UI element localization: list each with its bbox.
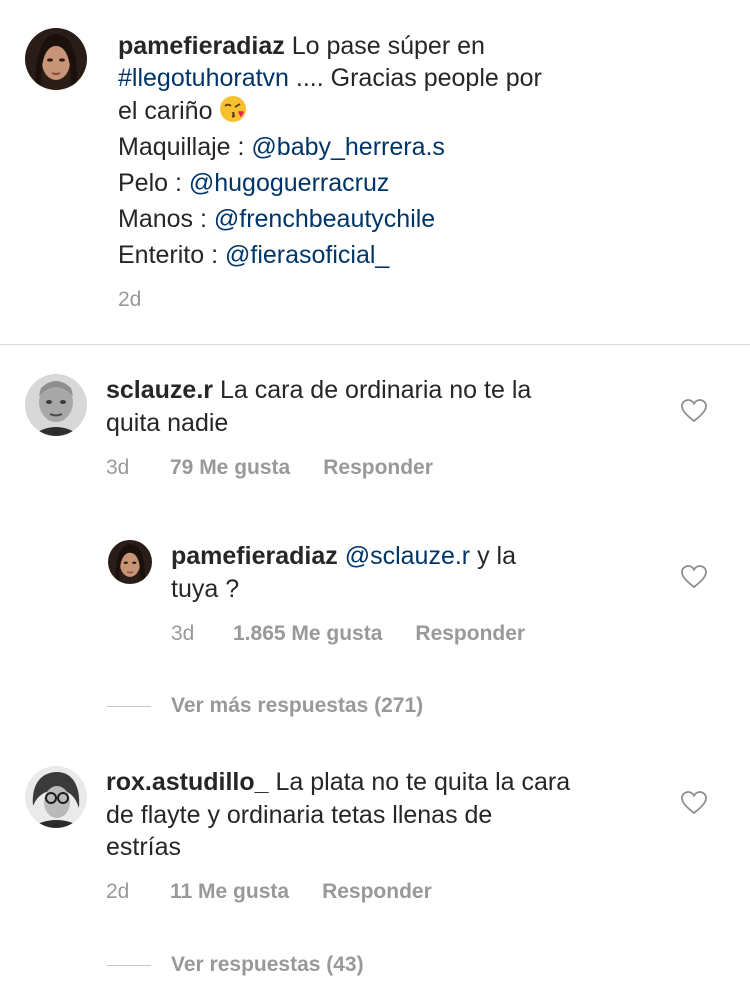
- avatar-pamefieradiaz[interactable]: [25, 28, 87, 90]
- caption-meta: 2d: [118, 288, 141, 312]
- reply-line-1: pamefieradiaz @sclauze.r y la: [171, 538, 516, 574]
- comment-text: de flayte y ordinaria tetas llenas de: [106, 801, 493, 829]
- caption-text-3: el cariño: [118, 97, 220, 125]
- reply-line-2: tuya ?: [171, 571, 239, 607]
- view-replies-label: Ver respuestas (43): [171, 953, 364, 976]
- reply-text: y la: [470, 542, 516, 570]
- reply-time: 3d: [171, 622, 195, 645]
- comment-time: 3d: [106, 456, 130, 479]
- heart-icon[interactable]: [681, 791, 707, 815]
- reply-meta: 3d 1.865 Me gusta Responder: [171, 622, 525, 646]
- comment-text: estrías: [106, 833, 182, 861]
- comment-text: La plata no te quita la cara: [268, 768, 571, 796]
- comment-text: quita nadie: [106, 409, 229, 437]
- reply-username[interactable]: pamefieradiaz: [171, 542, 338, 570]
- comment-text: La cara de ordinaria no te la: [213, 376, 532, 404]
- credit-handle[interactable]: @fierasoficial_: [225, 241, 389, 269]
- caption-text-1: Lo pase súper en: [284, 32, 485, 60]
- credit-hair: Pelo : @hugoguerracruz: [118, 165, 389, 201]
- view-more-replies[interactable]: Ver más respuestas (271): [107, 694, 423, 718]
- credit-handle[interactable]: @baby_herrera.s: [251, 133, 445, 161]
- divider: [0, 344, 750, 345]
- credit-label: Maquillaje :: [118, 133, 252, 161]
- comment-time: 2d: [106, 880, 130, 903]
- caption-line-1: pamefieradiaz Lo pase súper en: [118, 28, 485, 64]
- comment-line-2: de flayte y ordinaria tetas llenas de: [106, 797, 492, 833]
- replies-line: [107, 964, 151, 966]
- replies-line: [107, 705, 151, 707]
- view-more-replies-label: Ver más respuestas (271): [171, 694, 424, 717]
- caption-hashtag[interactable]: #llegotuhoratvn: [118, 64, 289, 92]
- heart-icon[interactable]: [681, 399, 707, 423]
- comment-line-1: rox.astudillo_ La plata no te quita la c…: [106, 764, 570, 800]
- avatar-rox-astudillo[interactable]: [25, 766, 87, 828]
- credit-handle[interactable]: @hugoguerracruz: [189, 169, 390, 197]
- reply-button[interactable]: Responder: [415, 622, 525, 646]
- comment-meta: 3d 79 Me gusta Responder: [106, 456, 433, 480]
- comment-line-3: estrías: [106, 829, 181, 865]
- credit-nails: Manos : @frenchbeautychile: [118, 201, 435, 237]
- credit-handle[interactable]: @frenchbeautychile: [214, 205, 435, 233]
- credit-label: Manos :: [118, 205, 214, 233]
- heart-icon[interactable]: [681, 565, 707, 589]
- reply-text: tuya ?: [171, 575, 240, 603]
- reply-button[interactable]: Responder: [322, 880, 432, 904]
- credit-label: Enterito :: [118, 241, 225, 269]
- caption-text-2: .... Gracias people por: [288, 64, 542, 92]
- caption-line-3: el cariño: [118, 93, 247, 129]
- reply-mention[interactable]: @sclauze.r: [345, 542, 470, 570]
- caption-time: 2d: [118, 288, 142, 311]
- comment-line-2: quita nadie: [106, 405, 228, 441]
- likes-count[interactable]: 1.865 Me gusta: [233, 622, 382, 646]
- avatar-image: [108, 540, 152, 584]
- comment-line-1: sclauze.r La cara de ordinaria no te la: [106, 372, 531, 408]
- likes-count[interactable]: 79 Me gusta: [170, 456, 290, 480]
- comment-meta: 2d 11 Me gusta Responder: [106, 880, 432, 904]
- caption-username[interactable]: pamefieradiaz: [118, 32, 285, 60]
- kissing-face-emoji-icon: [220, 96, 247, 122]
- credit-makeup: Maquillaje : @baby_herrera.s: [118, 129, 445, 165]
- reply-button[interactable]: Responder: [323, 456, 433, 480]
- avatar-sclauze-r[interactable]: [25, 374, 87, 436]
- avatar-image: [25, 28, 87, 90]
- avatar-image: [25, 766, 87, 828]
- likes-count[interactable]: 11 Me gusta: [170, 880, 289, 904]
- view-replies[interactable]: Ver respuestas (43): [107, 953, 364, 977]
- avatar-image: [25, 374, 87, 436]
- credit-outfit: Enterito : @fierasoficial_: [118, 237, 389, 273]
- comment-username[interactable]: rox.astudillo_: [106, 768, 269, 796]
- avatar-pamefieradiaz[interactable]: [108, 540, 152, 584]
- credit-label: Pelo :: [118, 169, 189, 197]
- caption-line-2: #llegotuhoratvn .... Gracias people por: [118, 60, 542, 96]
- comment-username[interactable]: sclauze.r: [106, 376, 213, 404]
